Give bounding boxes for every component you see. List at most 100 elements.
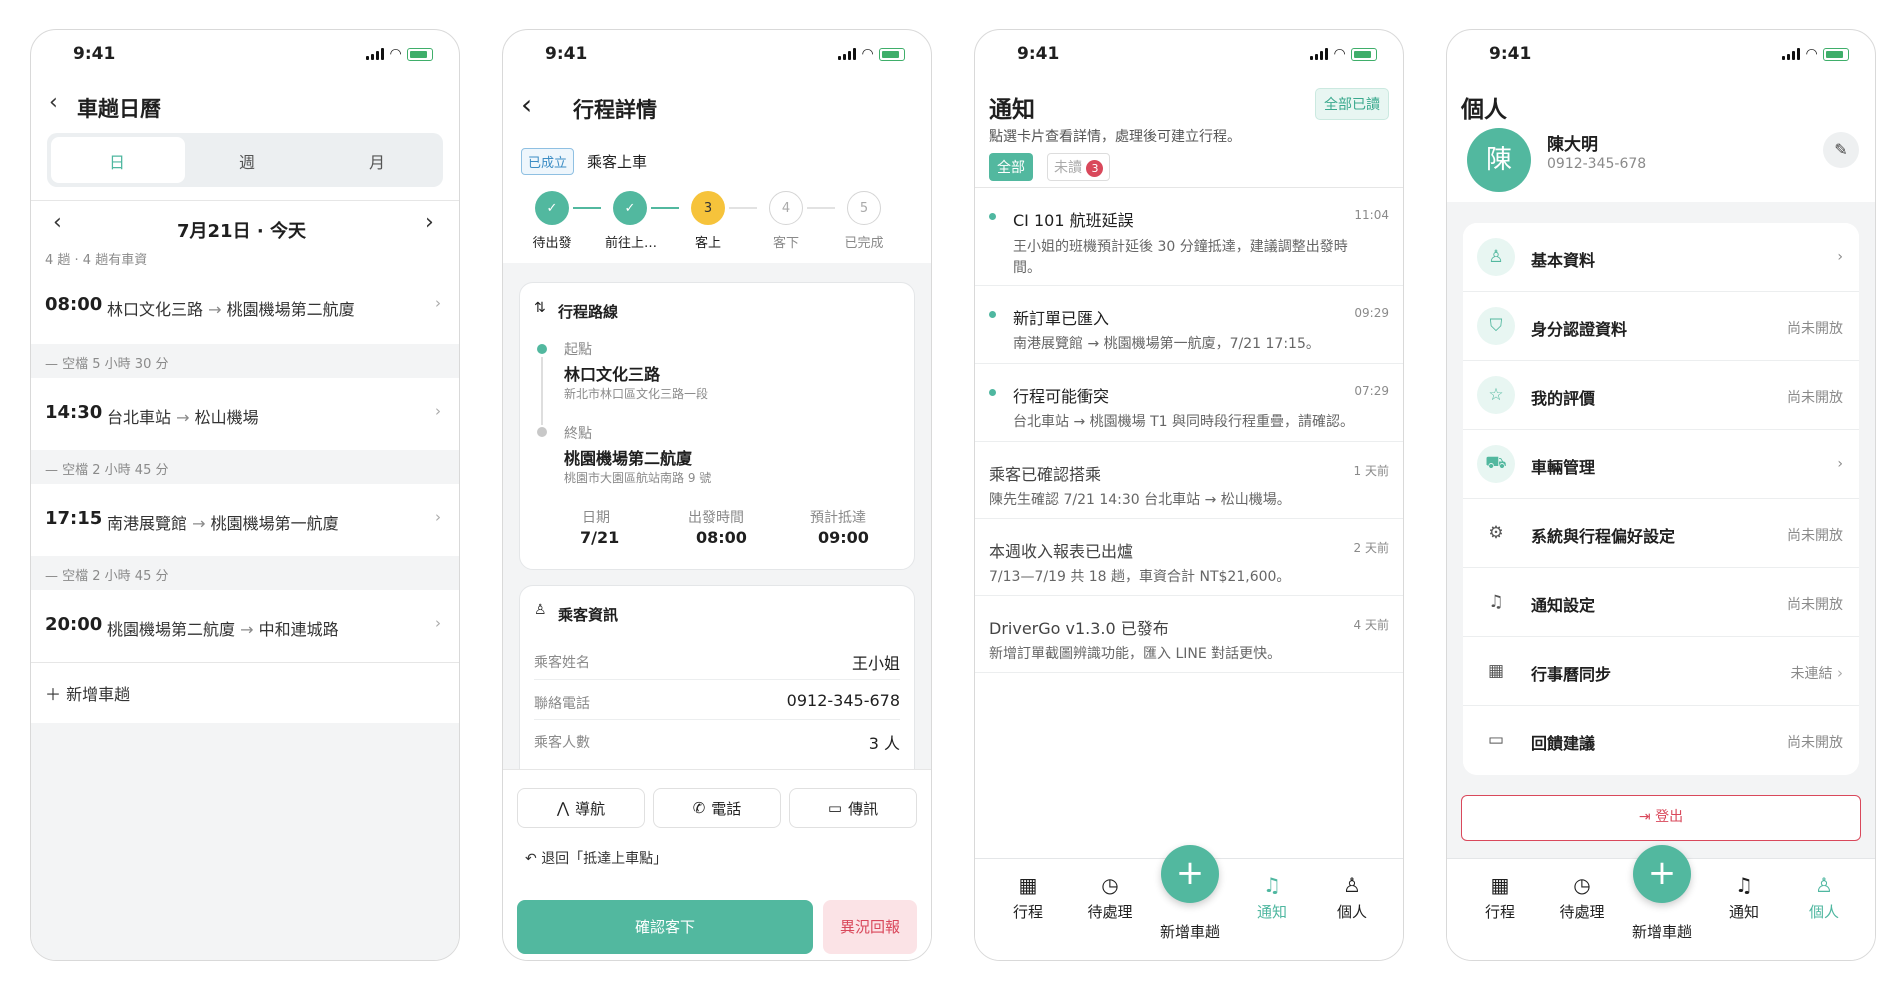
step-4: 4 [769, 191, 803, 225]
confirm-dropoff-button[interactable]: 確認客下 [517, 900, 813, 954]
call-button[interactable]: ✆ 電話 [653, 788, 781, 828]
nav-notify[interactable]: ♫ 通知 [1709, 873, 1779, 922]
page-title: 行程詳情 [573, 98, 657, 122]
status-time: 9:41 [73, 44, 116, 64]
navigation-icon: ⋀ [556, 799, 570, 817]
add-trip-fab[interactable]: + [1161, 845, 1219, 903]
chevron-right-icon: › [435, 614, 441, 632]
unread-count-badge: 3 [1086, 160, 1104, 177]
notification-item[interactable]: DriverGo v1.3.0 已發布 4 天前 新增訂單截圖辨識功能，匯入 L… [975, 597, 1403, 673]
gap-row: — 空檔 2 小時 45 分 [31, 556, 459, 590]
clock-icon: ◷ [1573, 873, 1591, 897]
tab-week[interactable]: 週 [239, 149, 255, 173]
add-trip-fab[interactable]: + [1633, 845, 1691, 903]
filter-unread[interactable]: 未讀 3 [1047, 153, 1111, 181]
profile-screen: 9:41 ◠ 個人 陳 陳大明 0912-345-678 ✎ ♙ 基本資料 › … [1446, 29, 1876, 961]
menu-calendar-sync[interactable]: ▦ 行事曆同步 未連結 › [1463, 637, 1859, 706]
signal-icon [1782, 48, 1801, 60]
trip-row[interactable]: 17:15 南港展覽館 → 桃園機場第一航廈 › [31, 484, 459, 556]
notification-item[interactable]: 乘客已確認搭乘 1 天前 陳先生確認 7/21 14:30 台北車站 → 松山機… [975, 443, 1403, 519]
chevron-right-icon: › [435, 508, 441, 526]
calendar-icon: ▦ [1487, 661, 1505, 681]
clock-icon: ◷ [1101, 873, 1119, 897]
signal-icon [1310, 48, 1329, 60]
add-trip-button[interactable]: ＋ 新增車趟 [31, 663, 459, 723]
bell-icon: ♫ [1735, 873, 1753, 897]
tab-month[interactable]: 月 [369, 149, 385, 173]
nav-trips[interactable]: ▦ 行程 [993, 873, 1063, 922]
signal-icon [838, 48, 857, 60]
page-title: 車趟日曆 [77, 97, 161, 121]
menu-ratings[interactable]: ☆ 我的評價 尚未開放 [1463, 361, 1859, 430]
view-switch: 日 週 月 [47, 133, 443, 187]
trip-row[interactable]: 20:00 桃園機場第二航廈 → 中和連城路 › [31, 590, 459, 662]
calendar-icon: ▦ [1490, 873, 1510, 897]
user-icon: ♙ [1815, 873, 1833, 897]
dest-dot [537, 427, 547, 437]
tab-bar: ▦ 行程 ◷ 待處理 新增車趟 + ♫ 通知 ♙ 個人 [1447, 845, 1875, 960]
user-phone: 0912-345-678 [1547, 156, 1647, 172]
nav-add-trip[interactable]: 新增車趟 [1155, 921, 1225, 942]
notifications-screen: 9:41 ◠ 通知 全部已讀 點選卡片查看詳情，處理後可建立行程。 全部 未讀 … [974, 29, 1404, 961]
trip-row[interactable]: 08:00 林口文化三路 → 桃園機場第二航廈 › [31, 272, 459, 344]
battery-icon [1351, 47, 1377, 61]
battery-icon [407, 47, 433, 61]
menu-preferences[interactable]: ⚙ 系統與行程偏好設定 尚未開放 [1463, 499, 1859, 568]
avatar: 陳 [1467, 128, 1531, 192]
wifi-icon: ◠ [390, 46, 401, 62]
tab-day[interactable]: 日 [109, 149, 125, 173]
calendar-icon: ▦ [1018, 873, 1038, 897]
battery-icon [1823, 47, 1849, 61]
back-icon[interactable]: ‹ [49, 90, 58, 115]
day-summary: 4 趟 · 4 趟有車資 [45, 253, 148, 268]
mark-all-read-button[interactable]: 全部已讀 [1315, 88, 1389, 120]
passenger-card: ♙ 乘客資訊 乘客姓名 王小姐 聯絡電話 0912-345-678 乘客人數 3… [519, 585, 915, 785]
notification-item[interactable]: 本週收入報表已出爐 2 天前 7/13—7/19 共 18 趟，車資合計 NT$… [975, 520, 1403, 596]
notification-item[interactable]: CI 101 航班延誤 11:04 王小姐的班機預計延後 30 分鐘抵達，建議調… [975, 188, 1403, 286]
logout-button[interactable]: ⇥ 登出 [1461, 795, 1861, 841]
nav-notify[interactable]: ♫ 通知 [1237, 873, 1307, 922]
wifi-icon: ◠ [1806, 46, 1817, 62]
nav-add-trip[interactable]: 新增車趟 [1627, 921, 1697, 942]
chevron-right-icon: › [1837, 664, 1843, 682]
step-1: ✓ [535, 191, 569, 225]
filter-all[interactable]: 全部 [989, 153, 1033, 181]
menu-identity[interactable]: ⛉ 身分認證資料 尚未開放 [1463, 292, 1859, 361]
edit-profile-button[interactable]: ✎ [1823, 132, 1859, 168]
gap-row: — 空檔 5 小時 30 分 [31, 344, 459, 378]
next-day-icon[interactable]: › [425, 210, 434, 235]
navigate-button[interactable]: ⋀ 導航 [517, 788, 645, 828]
wifi-icon: ◠ [1334, 46, 1345, 62]
car-icon: ⛟ [1477, 445, 1515, 483]
route-icon: ⇅ [534, 300, 546, 316]
menu-basic-info[interactable]: ♙ 基本資料 › [1463, 223, 1859, 292]
step-5: 5 [847, 191, 881, 225]
menu-vehicles[interactable]: ⛟ 車輛管理 › [1463, 430, 1859, 499]
notification-item[interactable]: 新訂單已匯入 09:29 南港展覽館 → 桃園機場第一航廈，7/21 17:15… [975, 287, 1403, 364]
tab-bar: ▦ 行程 ◷ 待處理 新增車趟 + ♫ 通知 ♙ 個人 [975, 845, 1403, 960]
status-bar: 9:41 ◠ [31, 30, 459, 78]
trip-row[interactable]: 14:30 台北車站 → 松山機場 › [31, 378, 459, 450]
notification-item[interactable]: 行程可能衝突 07:29 台北車站 → 桃園機場 T1 與同時段行程重疊，請確認… [975, 365, 1403, 442]
nav-trips[interactable]: ▦ 行程 [1465, 873, 1535, 922]
pencil-icon: ✎ [1834, 140, 1848, 159]
nav-me[interactable]: ♙ 個人 [1789, 873, 1859, 922]
menu-notify-settings[interactable]: ♫ 通知設定 尚未開放 [1463, 568, 1859, 637]
status-bar: 9:41 ◠ [503, 30, 931, 78]
page-title: 通知 [989, 97, 1035, 123]
back-icon[interactable]: ‹ [521, 88, 532, 121]
revert-link[interactable]: ↶ 退回「抵達上車點」 [525, 848, 667, 868]
page-subtitle: 點選卡片查看詳情，處理後可建立行程。 [989, 129, 1241, 145]
prev-day-icon[interactable]: ‹ [53, 210, 62, 235]
menu-feedback[interactable]: ▭ 回饋建議 尚未開放 [1463, 706, 1859, 775]
message-button[interactable]: ▭ 傳訊 [789, 788, 917, 828]
nav-me[interactable]: ♙ 個人 [1317, 873, 1387, 922]
page-title: 個人 [1461, 97, 1507, 123]
nav-pending[interactable]: ◷ 待處理 [1547, 873, 1617, 922]
chevron-right-icon: › [435, 294, 441, 312]
nav-pending[interactable]: ◷ 待處理 [1075, 873, 1145, 922]
step-3: 3 [691, 191, 725, 225]
origin-dot [537, 344, 547, 354]
chat-icon: ▭ [1487, 730, 1505, 750]
report-issue-button[interactable]: 異況回報 [823, 900, 917, 954]
